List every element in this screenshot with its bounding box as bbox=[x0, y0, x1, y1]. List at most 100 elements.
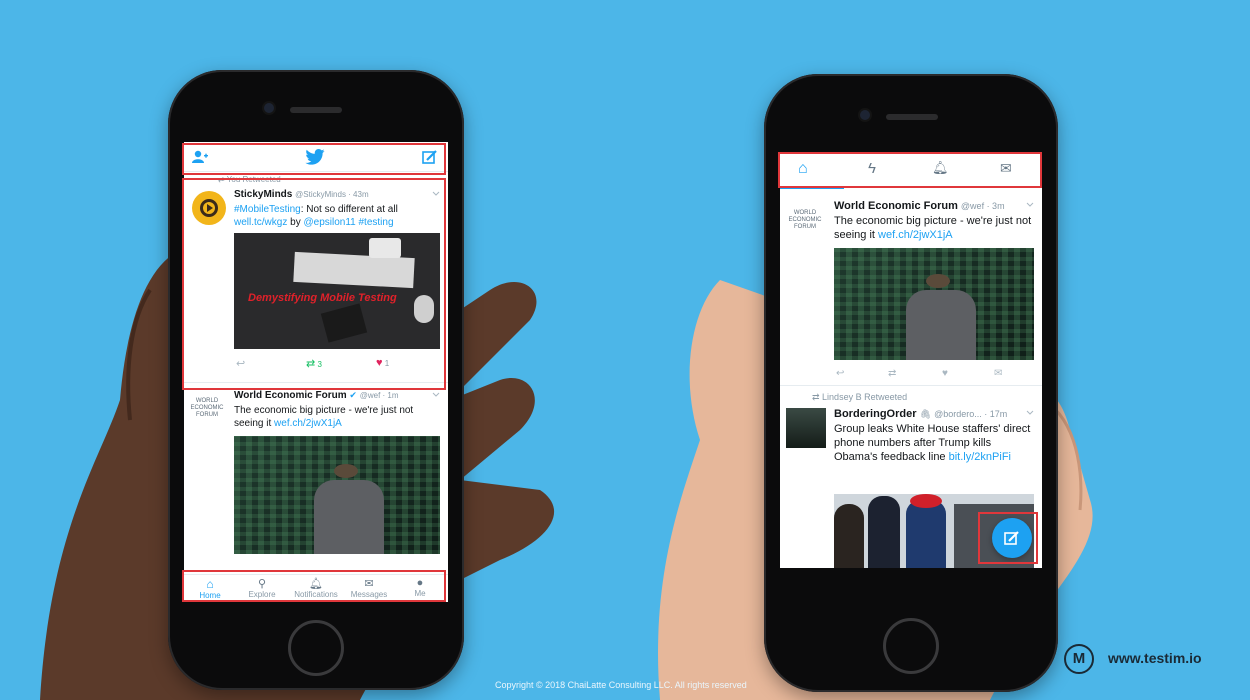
brand-logo: M bbox=[1064, 644, 1094, 674]
avatar-wef[interactable]: WORLD ECONOMIC FORUM bbox=[788, 210, 822, 231]
envelope-icon: ✉ bbox=[364, 578, 374, 590]
notebook-shape bbox=[320, 303, 368, 343]
tab-messages[interactable]: ✉ Messages bbox=[344, 577, 394, 599]
compose-icon[interactable] bbox=[422, 150, 438, 164]
retweet-small-icon: ⇄ bbox=[812, 392, 823, 402]
right-screen: ⌂ ϟ 🔔︎ ✉ WORLD ECONOMIC FORUM World Econ… bbox=[780, 152, 1042, 568]
tab-home[interactable]: ⌂ Home bbox=[186, 577, 234, 600]
man-hat-shape bbox=[334, 464, 358, 478]
author-handle: @wef · 1m bbox=[359, 391, 399, 400]
bottom-tab-bar: ⌂ Home ⚲ Explore 🔔︎ Notifications ✉ Mess… bbox=[184, 574, 448, 602]
direct-message-icon[interactable]: ✉ bbox=[994, 368, 1002, 379]
avatar[interactable] bbox=[786, 408, 826, 448]
chevron-down-icon[interactable] bbox=[432, 392, 440, 398]
active-tab-indicator bbox=[780, 186, 844, 189]
bell-icon: 🔔︎ bbox=[309, 578, 323, 590]
tweet-image[interactable] bbox=[834, 248, 1034, 360]
person-icon: ● bbox=[416, 577, 424, 589]
tweet-text: The economic big picture - we're just no… bbox=[234, 405, 414, 429]
author-name[interactable]: StickyMinds bbox=[234, 189, 292, 200]
add-user-icon[interactable] bbox=[192, 150, 208, 164]
image-caption: Demystifying Mobile Testing bbox=[248, 292, 397, 304]
play-logo-icon bbox=[200, 199, 218, 217]
url-link[interactable]: wef.ch/2jwX1jA bbox=[274, 418, 342, 429]
mouse-shape bbox=[414, 295, 434, 323]
tab-explore[interactable]: ⚲ Explore bbox=[238, 577, 286, 599]
front-camera bbox=[264, 103, 274, 113]
compose-icon bbox=[1004, 531, 1019, 545]
earpiece-speaker bbox=[290, 107, 342, 113]
home-button[interactable] bbox=[883, 618, 939, 674]
author-name[interactable]: BorderingOrder bbox=[834, 408, 917, 420]
heart-icon: ♥ bbox=[376, 357, 383, 369]
retweet-icon: ⇄ bbox=[306, 358, 316, 370]
person-2-shape bbox=[868, 496, 900, 568]
retweet-button[interactable]: ⇄ 3 bbox=[306, 357, 322, 370]
tweet-text: Group leaks White House staffers' direct… bbox=[834, 423, 1031, 463]
chevron-down-icon[interactable] bbox=[1026, 202, 1034, 208]
envelope-icon: ✉ bbox=[1000, 160, 1012, 176]
url-link[interactable]: wef.ch/2jwX1jA bbox=[878, 229, 953, 241]
tab-home[interactable]: ⌂ bbox=[798, 160, 808, 178]
search-icon: ⚲ bbox=[257, 578, 267, 590]
heart-icon[interactable]: ♥ bbox=[942, 368, 948, 379]
tweet-image[interactable]: Demystifying Mobile Testing bbox=[234, 233, 440, 349]
tab-messages[interactable]: ✉ bbox=[1000, 160, 1012, 177]
left-phone: ⇄ You Retweeted StickyMinds @StickyMinds… bbox=[168, 70, 464, 690]
tab-notifications[interactable]: 🔔︎ bbox=[932, 160, 949, 176]
tweet-wef[interactable]: WORLD ECONOMIC FORUM World Economic Foru… bbox=[184, 384, 448, 574]
tab-notifications[interactable]: 🔔︎ Notifications bbox=[288, 577, 344, 599]
tab-moments[interactable]: ϟ bbox=[868, 160, 876, 177]
top-nav-bar bbox=[184, 142, 448, 172]
tweet-text: The economic big picture - we're just no… bbox=[834, 215, 1032, 241]
tweet-text: #MobileTesting: Not so different at all … bbox=[234, 204, 398, 228]
tab-me[interactable]: ● Me bbox=[396, 577, 444, 598]
retweet-context: ⇄ You Retweeted bbox=[218, 175, 281, 184]
url-link[interactable]: bit.ly/2knPiFi bbox=[949, 451, 1011, 463]
like-button[interactable]: ♥ 1 bbox=[376, 357, 389, 369]
left-screen: ⇄ You Retweeted StickyMinds @StickyMinds… bbox=[184, 142, 448, 602]
author-handle: @bordero... · 17m bbox=[934, 409, 1008, 419]
avatar[interactable] bbox=[192, 191, 226, 225]
tweet-wef[interactable]: WORLD ECONOMIC FORUM World Economic Foru… bbox=[780, 190, 1042, 386]
person-3-shape bbox=[906, 500, 946, 568]
reply-icon[interactable]: ↩ bbox=[236, 357, 245, 370]
verified-icon: ✔ bbox=[349, 390, 357, 400]
right-phone: ⌂ ϟ 🔔︎ ✉ WORLD ECONOMIC FORUM World Econ… bbox=[764, 74, 1058, 692]
avatar-wef[interactable]: WORLD ECONOMIC FORUM bbox=[190, 398, 224, 419]
tweet-image[interactable] bbox=[234, 436, 440, 554]
author-name[interactable]: World Economic Forum bbox=[234, 390, 347, 401]
url-link[interactable]: well.tc/wkgz bbox=[234, 217, 287, 228]
author-name[interactable]: World Economic Forum bbox=[834, 200, 958, 212]
home-button[interactable] bbox=[288, 620, 344, 676]
man-hat-shape bbox=[926, 274, 950, 288]
phone-shape bbox=[369, 238, 401, 258]
author-handle: @wef · 3m bbox=[960, 201, 1005, 211]
man-body-shape bbox=[314, 480, 384, 554]
reply-icon[interactable]: ↩ bbox=[836, 368, 844, 379]
chevron-down-icon[interactable] bbox=[432, 191, 440, 197]
home-icon: ⌂ bbox=[798, 160, 808, 177]
person-1-shape bbox=[834, 504, 864, 568]
mention-link[interactable]: @epsilon11 bbox=[303, 217, 355, 228]
tweet-stickyminds[interactable]: ⇄ You Retweeted StickyMinds @StickyMinds… bbox=[184, 173, 448, 383]
author-handle: @StickyMinds · 43m bbox=[295, 190, 369, 199]
man-body-shape bbox=[906, 290, 976, 360]
brand-url[interactable]: www.testim.io bbox=[1108, 650, 1202, 666]
home-icon: ⌂ bbox=[206, 577, 214, 591]
bell-icon: 🔔︎ bbox=[932, 160, 949, 175]
hashtag-link-2[interactable]: #testing bbox=[359, 217, 394, 228]
earpiece-speaker bbox=[886, 114, 938, 120]
lightning-icon: ϟ bbox=[868, 160, 876, 177]
red-hat-shape bbox=[910, 494, 942, 508]
compose-fab[interactable] bbox=[992, 518, 1032, 558]
retweet-context: ⇄ Lindsey B Retweeted bbox=[812, 392, 908, 402]
front-camera bbox=[860, 110, 870, 120]
twitter-bird-icon bbox=[305, 149, 325, 165]
copyright-text: Copyright © 2018 ChaiLatte Consulting LL… bbox=[495, 680, 747, 690]
retweet-small-icon: ⇄ bbox=[218, 175, 227, 184]
retweet-icon[interactable]: ⇄ bbox=[888, 368, 896, 379]
paperclip-icon: 🖇︎ bbox=[919, 409, 932, 419]
chevron-down-icon[interactable] bbox=[1026, 410, 1034, 416]
hashtag-link[interactable]: #MobileTesting bbox=[234, 204, 301, 215]
